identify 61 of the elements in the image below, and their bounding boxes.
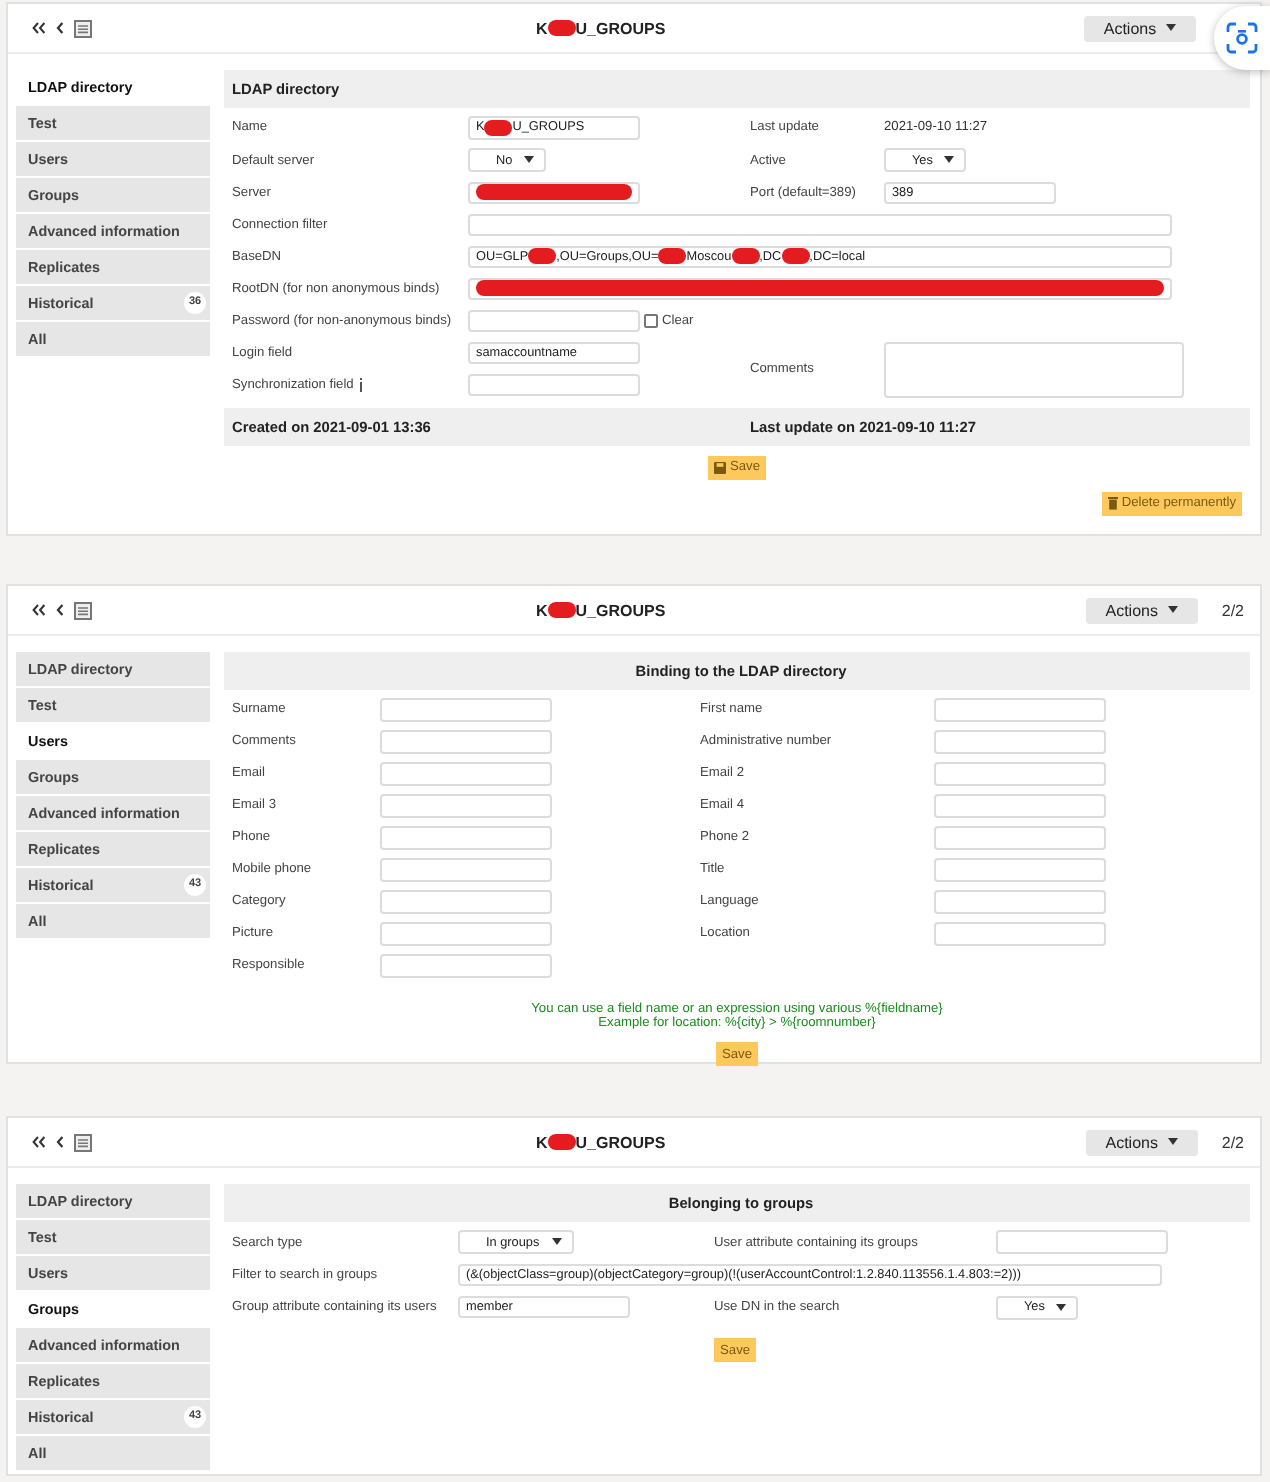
input-field[interactable] [934,698,1106,721]
input-field[interactable] [380,794,552,817]
input-field[interactable] [468,373,640,397]
caret-icon [944,156,955,164]
input-field[interactable] [934,826,1106,849]
input-field[interactable] [934,922,1106,945]
checkbox[interactable] [644,313,658,328]
list-icon[interactable] [74,1133,92,1151]
record-title: K U_GROUPS [536,1133,666,1151]
double-chevron-left-icon[interactable] [32,604,46,616]
caret-icon [1056,1303,1067,1311]
chevron-left-icon[interactable] [56,1136,64,1148]
page-counter: 2/2 [1221,601,1244,619]
input-field[interactable] [934,730,1106,753]
caret-icon [1167,1138,1178,1146]
actions-button[interactable]: Actions [1085,1129,1198,1155]
password-field[interactable] [468,309,640,332]
camera-scan-icon [1226,22,1258,54]
redaction-mark [658,248,687,265]
chevron-left-icon[interactable] [56,604,64,616]
input-field[interactable] [380,954,552,977]
input-field[interactable] [380,762,552,785]
double-chevron-left-icon[interactable] [32,1136,46,1148]
input-field[interactable] [934,858,1106,881]
input-field[interactable] [996,1230,1168,1254]
input-field[interactable] [380,858,552,881]
input-field[interactable] [380,922,552,945]
actions-button[interactable]: Actions [1084,15,1196,41]
floppy-icon [713,461,726,473]
page-counter: 2/2 [1221,1133,1244,1151]
text-area[interactable] [884,341,1184,397]
actions-button[interactable]: Actions [1085,597,1198,623]
double-chevron-left-icon[interactable] [32,22,46,34]
caret-icon [1166,24,1177,32]
list-icon[interactable] [74,601,92,619]
caret-icon [1167,606,1178,614]
input-field[interactable] [380,730,552,753]
input-field[interactable] [380,826,552,849]
record-title: K U_GROUPS [536,19,666,37]
input-field[interactable] [468,277,1172,300]
input-field[interactable] [380,890,552,913]
input-field[interactable] [468,181,640,204]
record-title: K U_GROUPS [536,601,666,619]
redaction-mark [547,1134,576,1150]
input-field[interactable] [934,794,1106,817]
redaction-mark [547,602,576,618]
redaction-mark [528,248,557,265]
redaction-mark [484,119,513,136]
info-icon[interactable] [357,378,364,393]
list-icon[interactable] [74,19,92,37]
redaction-mark [781,248,810,265]
input-field[interactable] [934,890,1106,913]
redaction-mark [731,248,760,265]
input-field[interactable] [380,698,552,721]
caret-icon [551,1238,562,1246]
redaction-mark [547,20,576,36]
input-field[interactable] [934,762,1106,785]
caret-icon [524,156,535,164]
input-field[interactable] [468,213,1172,236]
chevron-left-icon[interactable] [56,22,64,34]
trash-icon [1107,496,1118,510]
